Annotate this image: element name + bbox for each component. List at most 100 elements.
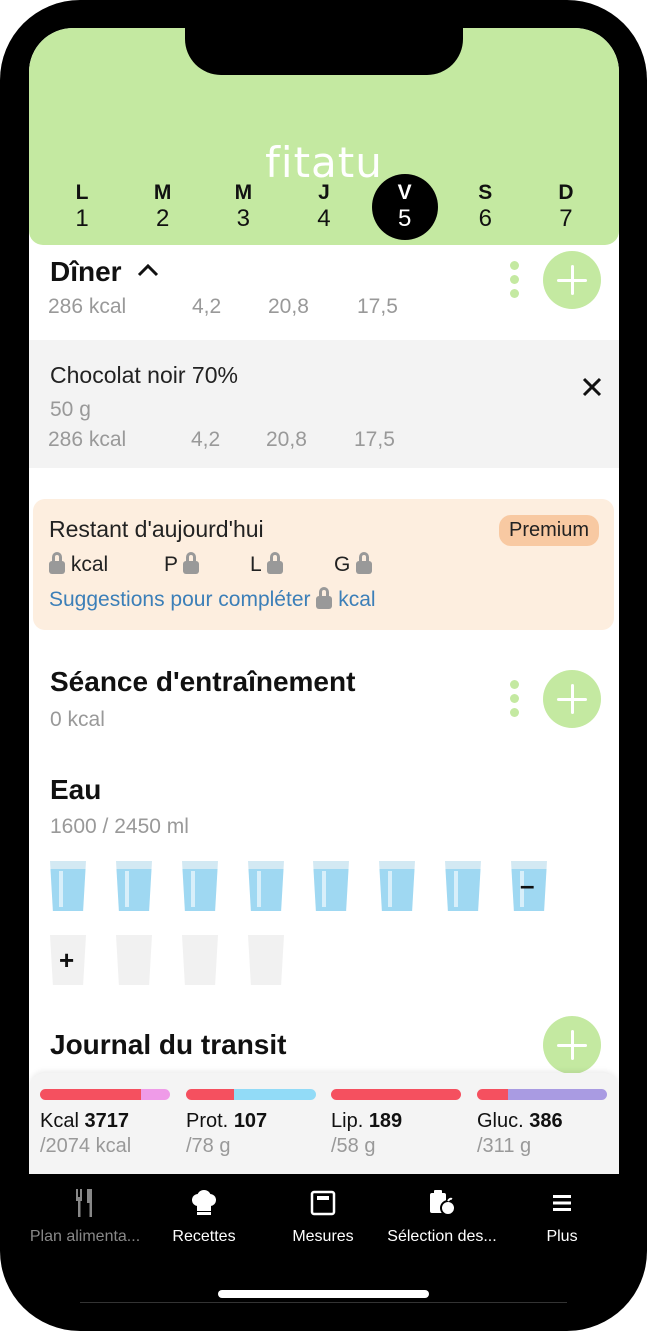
water-glass-full[interactable] [116,861,152,911]
notch [185,0,463,75]
summary-kcal: Kcal 3717 /2074 kcal [40,1089,170,1158]
water-title: Eau [50,774,102,805]
lock-icon [183,552,200,574]
water-glass-full[interactable] [182,861,218,911]
divider [80,1302,567,1303]
daily-summary[interactable]: Kcal 3717 /2074 kcal Prot. 107 /78 g Lip… [29,1073,619,1174]
water-glass-full[interactable] [50,861,86,911]
meal-macros: 286 kcal 4,2 20,8 17,5 [48,295,398,319]
water-glass-full[interactable] [248,861,284,911]
lock-icon [356,552,373,574]
meal-kcal: 286 kcal [48,295,127,318]
scale-icon [258,1188,388,1218]
water-glass-empty[interactable] [116,935,152,985]
summary-label: Prot. [186,1110,229,1132]
day-wed[interactable]: M3 [210,174,276,240]
summary-target: /78 g [186,1135,231,1157]
tab-selection[interactable]: Sélection des... [377,1188,507,1246]
day-letter: D [558,181,574,204]
add-meal-item-button[interactable] [543,251,601,309]
meal-more-icon[interactable] [510,261,520,298]
home-indicator[interactable] [218,1290,429,1298]
lock-icon [316,587,333,609]
chef-hat-icon [139,1188,269,1218]
summary-target: /58 g [331,1135,376,1157]
summary-value: 107 [233,1110,268,1132]
remaining-kcal: kcal [70,553,109,576]
remaining-title: Restant d'aujourd'hui [49,516,264,542]
tab-meal-plan[interactable]: Plan alimenta... [20,1188,150,1246]
remaining-carbs: G [334,553,351,576]
tab-label: Sélection des... [387,1228,497,1245]
tab-label: Plan alimenta... [29,1228,141,1245]
suggestions-unit: kcal [338,588,376,611]
water-glass-full[interactable] [379,861,415,911]
add-transit-button[interactable] [543,1016,601,1074]
summary-value: 3717 [84,1110,129,1132]
day-thu[interactable]: J4 [291,174,357,240]
carbs-progress-bar [477,1089,607,1100]
chevron-up-icon[interactable] [137,263,159,277]
meal-title-text: Dîner [50,256,122,287]
summary-value: 386 [529,1110,563,1132]
water-glass-empty[interactable] [248,935,284,985]
food-macros: 286 kcal 4,2 20,8 17,5 [48,428,395,452]
meal-title[interactable]: Dîner [50,256,159,288]
day-number: 4 [317,205,331,232]
water-amount: 1600 / 2450 ml [50,815,189,838]
close-icon[interactable] [582,377,602,397]
summary-fat: Lip. 189 /58 g [331,1089,461,1158]
fat-progress-bar [331,1089,461,1100]
clipboard-apple-icon [377,1188,507,1218]
summary-target: /311 g [477,1135,532,1157]
summary-label: Lip. [331,1110,364,1132]
bottom-tab-bar: Plan alimenta... Recettes Mesures Sélect… [0,1174,647,1254]
transit-title[interactable]: Journal du transit [50,1029,286,1061]
remaining-fat: L [250,553,261,576]
remaining-today-card[interactable]: Restant d'aujourd'hui Premium kcal P L G… [33,499,614,630]
day-tue[interactable]: M2 [130,174,196,240]
water-glass-full[interactable] [445,861,481,911]
tab-more[interactable]: Plus [497,1188,627,1246]
day-letter: V [397,181,412,204]
water-glass-empty[interactable] [182,935,218,985]
day-mon[interactable]: L1 [49,174,115,240]
day-number: 3 [236,205,250,232]
suggestions-link[interactable]: Suggestions pour compléter kcal [49,587,376,612]
food-item-card[interactable]: Chocolat noir 70% 50 g 286 kcal 4,2 20,8… [29,340,619,468]
day-number: 1 [75,205,89,232]
training-title[interactable]: Séance d'entraînement [50,666,355,698]
food-carbs: 17,5 [354,428,395,451]
day-number: 2 [155,205,170,232]
menu-icon [497,1188,627,1218]
training-more-icon[interactable] [510,680,520,717]
week-selector: L1 M2 M3 J4 V5 S6 D7 [49,174,599,240]
meal-protein: 4,2 [192,295,222,318]
water-add-button[interactable]: + [59,945,74,976]
fork-knife-icon [20,1188,150,1218]
summary-label: Gluc. [477,1110,524,1132]
day-letter: M [234,181,253,204]
water-remove-button[interactable]: – [520,870,534,901]
summary-carbs: Gluc. 386 /311 g [477,1089,607,1158]
food-fat: 20,8 [266,428,307,451]
food-protein: 4,2 [191,428,221,451]
day-letter: J [318,181,330,204]
add-training-button[interactable] [543,670,601,728]
water-glass-full[interactable] [313,861,349,911]
day-fri-selected[interactable]: V5 [371,174,438,240]
tab-measurements[interactable]: Mesures [258,1188,388,1246]
day-sat[interactable]: S6 [452,174,518,240]
meal-carbs: 17,5 [357,295,398,318]
kcal-progress-bar [40,1089,170,1100]
day-letter: L [75,181,89,204]
day-number: 6 [478,205,492,232]
food-quantity: 50 g [50,398,91,421]
tab-recipes[interactable]: Recettes [139,1188,269,1246]
summary-label: Kcal [40,1110,79,1132]
day-sun[interactable]: D7 [533,174,599,240]
premium-badge[interactable]: Premium [498,515,599,546]
day-letter: S [478,181,493,204]
day-letter: M [153,181,172,204]
lock-icon [266,552,283,574]
